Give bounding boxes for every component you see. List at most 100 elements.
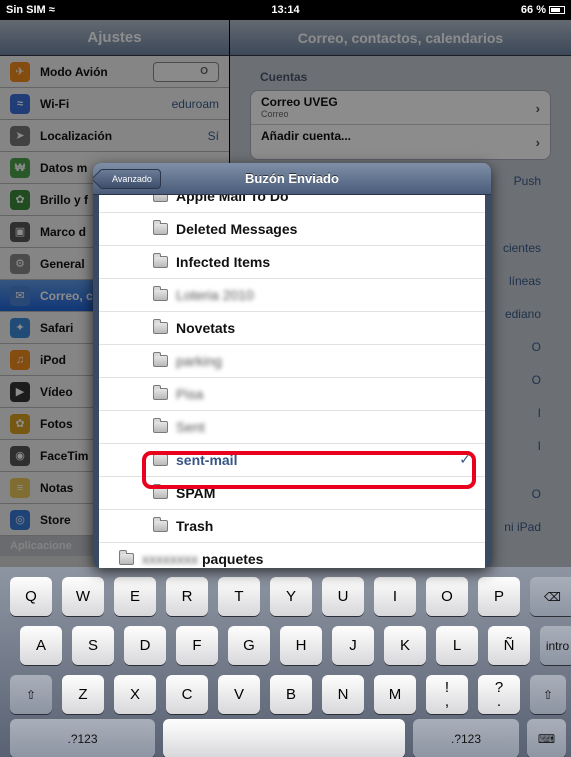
sidebar-item-label: Store <box>40 512 71 527</box>
key-a[interactable]: A <box>20 626 62 665</box>
shift-key-left[interactable]: ⇧ <box>10 675 52 714</box>
key-q[interactable]: Q <box>10 577 52 616</box>
folder-label: Loteria 2010 <box>176 287 254 303</box>
folder-row-parent[interactable]: xxxxxxxx paquetes <box>99 543 485 568</box>
setting-value[interactable]: O <box>532 487 541 501</box>
punctuation-key[interactable]: ? . <box>478 675 520 714</box>
section-accounts: Cuentas <box>260 70 308 84</box>
hide-keyboard-key[interactable]: ⌨ <box>527 719 566 757</box>
mail-icon: ✉ <box>10 285 30 306</box>
key-i[interactable]: I <box>374 577 416 616</box>
key-l[interactable]: L <box>436 626 478 665</box>
folder-row[interactable]: Sent <box>99 411 485 444</box>
numbers-key-right[interactable]: .?123 <box>413 719 519 757</box>
status-bar: Sin SIM ≈ 13:14 66 % <box>0 0 571 20</box>
folder-icon <box>153 195 168 202</box>
setting-value[interactable]: I <box>538 439 541 453</box>
key-f[interactable]: F <box>176 626 218 665</box>
key-z[interactable]: Z <box>62 675 104 714</box>
folder-label: Trash <box>176 518 214 534</box>
key-m[interactable]: M <box>374 675 416 714</box>
folder-row[interactable]: Infected Items <box>99 246 485 279</box>
folder-icon <box>153 385 168 400</box>
setting-value[interactable]: cientes <box>503 241 541 255</box>
setting-value[interactable]: Push <box>514 174 541 188</box>
sidebar-item-label: iPod <box>40 352 66 367</box>
battery-indicator: 66 % <box>521 4 565 16</box>
back-button[interactable]: Avanzado <box>99 169 161 189</box>
backspace-key[interactable]: ⌫ <box>530 577 571 616</box>
folder-icon <box>153 253 168 268</box>
key-p[interactable]: P <box>478 577 520 616</box>
account-row[interactable]: Correo UVEG Correo › <box>251 91 550 125</box>
gear-icon: ⚙ <box>10 253 30 274</box>
setting-value[interactable]: I <box>538 406 541 420</box>
folder-row[interactable]: Pisa <box>99 378 485 411</box>
sidebar-item[interactable]: ➤ Localización Sí <box>0 120 229 152</box>
video-icon: ▶ <box>10 381 30 402</box>
key-o[interactable]: O <box>426 577 468 616</box>
key-b[interactable]: B <box>270 675 312 714</box>
folder-row[interactable]: Apple Mail To Do <box>99 195 485 213</box>
key-j[interactable]: J <box>332 626 374 665</box>
pane-title: Correo, contactos, calendarios <box>230 20 571 56</box>
folder-row[interactable]: Loteria 2010 <box>99 279 485 312</box>
key-e[interactable]: E <box>114 577 156 616</box>
sidebar-item-value: eduroam <box>171 96 219 111</box>
folder-row[interactable]: parking <box>99 345 485 378</box>
folder-row[interactable]: Deleted Messages <box>99 213 485 246</box>
space-key[interactable] <box>163 719 405 757</box>
folder-icon <box>153 352 168 367</box>
sidebar-item-label: Marco d <box>40 224 87 239</box>
sidebar-item-label: Fotos <box>40 416 73 431</box>
setting-value[interactable]: ediano <box>505 307 541 321</box>
store-icon: ◎ <box>10 509 30 530</box>
sidebar-item-label: Wi-Fi <box>40 96 70 111</box>
key-t[interactable]: T <box>218 577 260 616</box>
key-n[interactable]: N <box>322 675 364 714</box>
toggle-switch[interactable]: O <box>153 61 219 82</box>
punctuation-key[interactable]: ! , <box>426 675 468 714</box>
on-screen-keyboard: Q W E R T Y U I O P ⌫ A S D F G H J K L Ñintro ⇧ Z X C V B N M ! , ? .… <box>0 567 571 757</box>
folder-label: Apple Mail To Do <box>176 195 289 204</box>
add-account-row[interactable]: Añadir cuenta... › <box>251 125 550 159</box>
sidebar-item[interactable]: ✈ Modo Avión O <box>0 56 229 88</box>
sidebar-item-label: FaceTim <box>40 448 89 463</box>
key-y[interactable]: Y <box>270 577 312 616</box>
sidebar-item[interactable]: ≈ Wi-Fi eduroam <box>0 88 229 120</box>
setting-value[interactable]: ni iPad <box>504 520 541 534</box>
numbers-key-left[interactable]: .?123 <box>10 719 155 757</box>
setting-value[interactable]: O <box>532 373 541 387</box>
shift-key-right[interactable]: ⇧ <box>530 675 566 714</box>
notes-icon: ≡ <box>10 477 30 498</box>
key-h[interactable]: H <box>280 626 322 665</box>
key-w[interactable]: W <box>62 577 104 616</box>
popover-navbar: Buzón Enviado Avanzado <box>93 163 491 195</box>
key-u[interactable]: U <box>322 577 364 616</box>
folder-row[interactable]: Novetats <box>99 312 485 345</box>
setting-value[interactable]: O <box>532 340 541 354</box>
key-r[interactable]: R <box>166 577 208 616</box>
key-ñ[interactable]: Ñ <box>488 626 530 665</box>
sidebar-item-value: Sí <box>207 128 219 143</box>
key-c[interactable]: C <box>166 675 208 714</box>
folder-label: Pisa <box>176 386 204 402</box>
compass-icon: ✦ <box>10 317 30 338</box>
battery-icon <box>549 6 565 14</box>
key-x[interactable]: X <box>114 675 156 714</box>
setting-value[interactable]: líneas <box>509 274 541 288</box>
sidebar-title: Ajustes <box>0 20 229 56</box>
folder-row[interactable]: Trash <box>99 510 485 543</box>
folder-label: Novetats <box>176 320 236 336</box>
airplane-icon: ✈ <box>10 61 30 82</box>
key-d[interactable]: D <box>124 626 166 665</box>
key-v[interactable]: V <box>218 675 260 714</box>
key-g[interactable]: G <box>228 626 270 665</box>
return-key[interactable]: intro <box>540 626 571 665</box>
key-k[interactable]: K <box>384 626 426 665</box>
key-s[interactable]: S <box>72 626 114 665</box>
folder-icon <box>153 319 168 334</box>
cellular-icon: ₩ <box>10 157 30 178</box>
folder-icon <box>119 550 134 565</box>
wifi-icon: ≈ <box>10 93 30 114</box>
